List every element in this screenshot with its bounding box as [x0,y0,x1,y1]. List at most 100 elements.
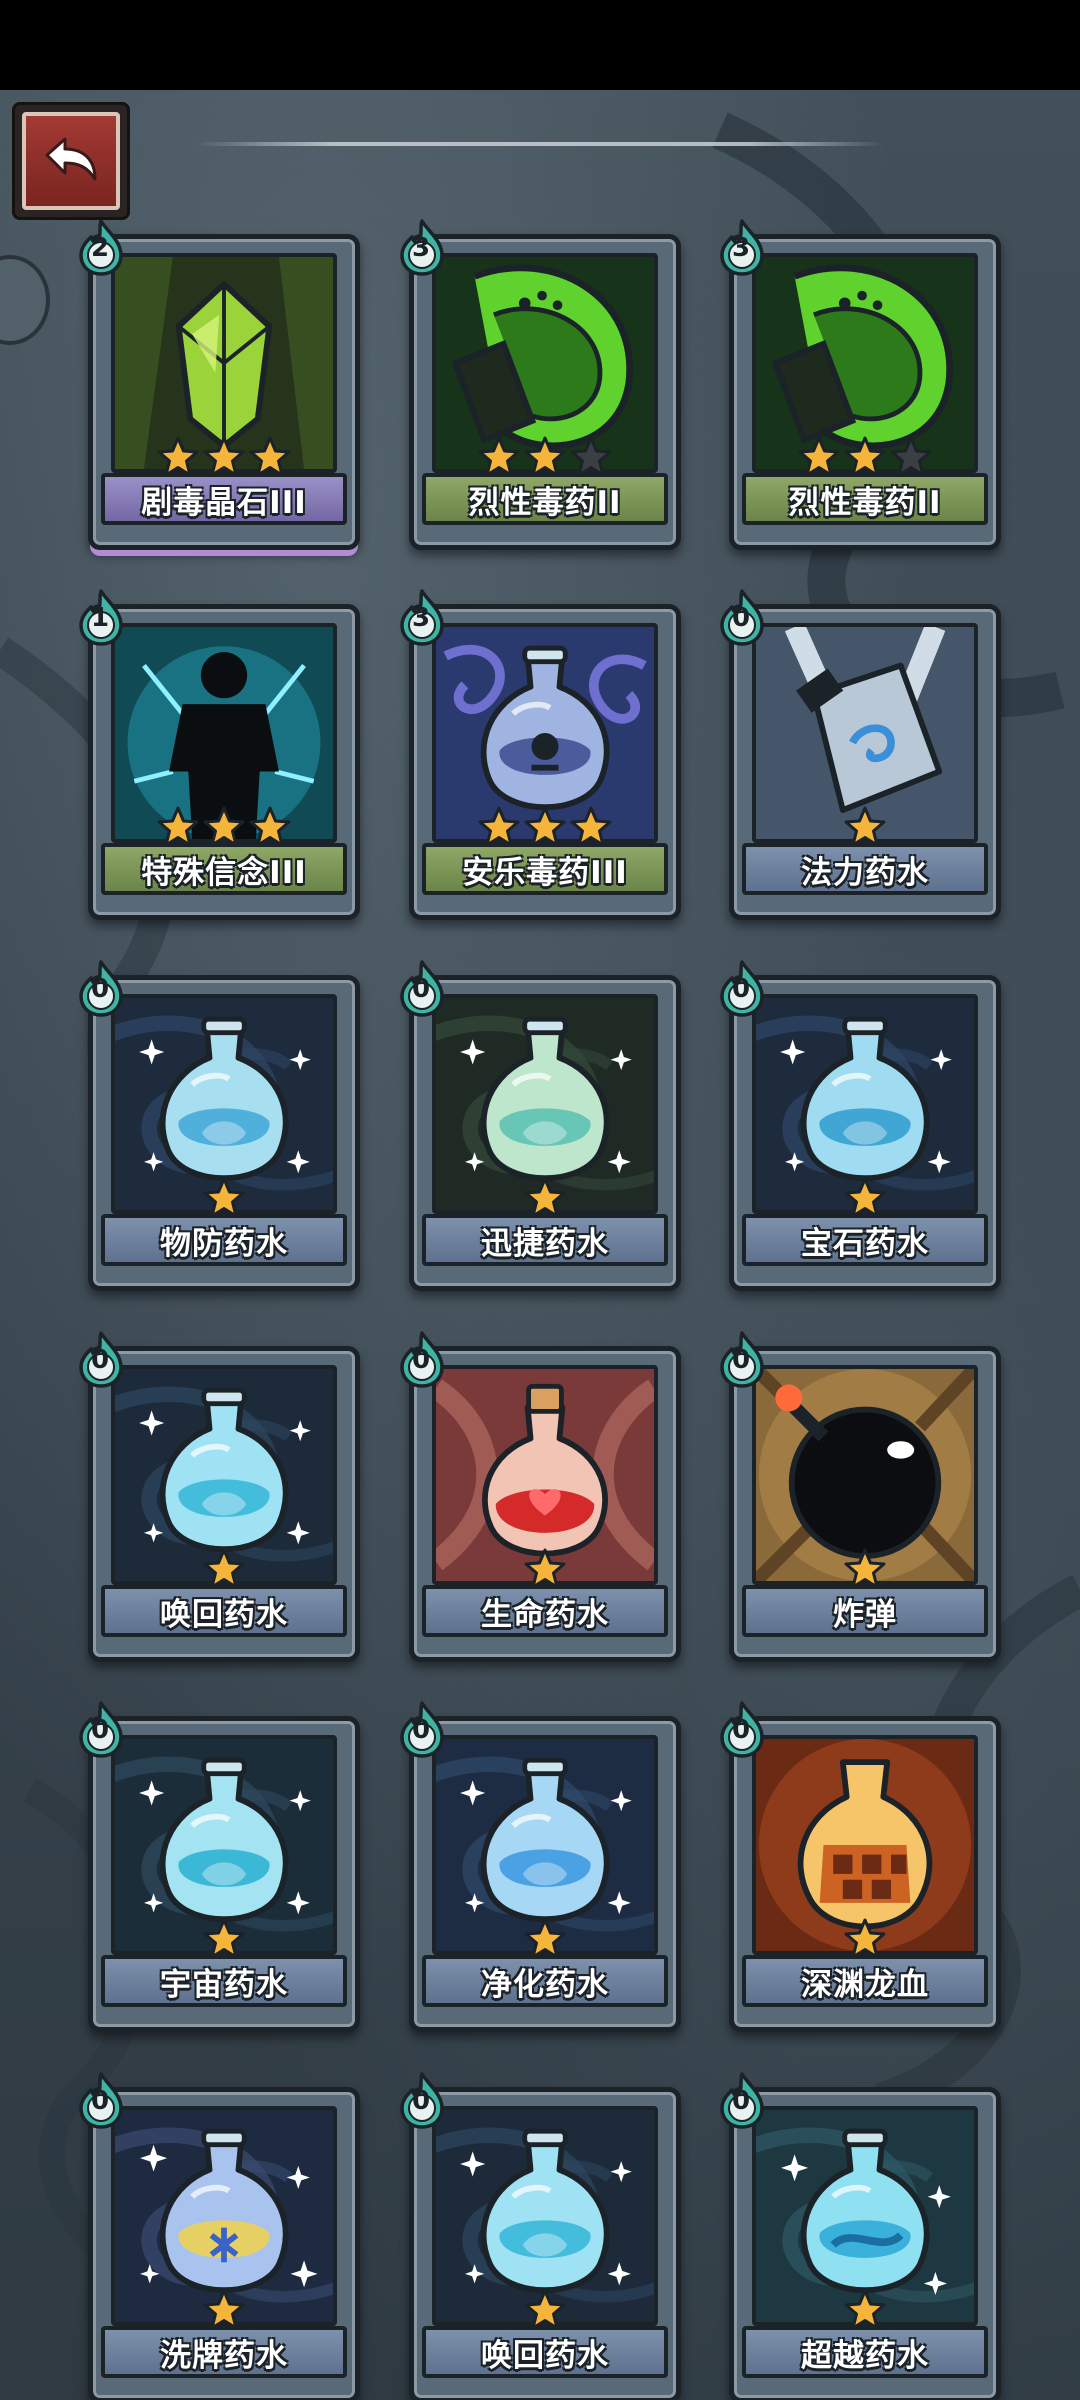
card-name: 烈性毒药II [788,484,942,521]
back-button[interactable] [12,102,130,220]
item-card[interactable]: 迅捷药水 0 [400,960,681,1291]
card-name: 炸弹 [833,1596,897,1633]
cost-badge: 0 [718,1699,770,1759]
item-card[interactable]: 物防药水 0 [79,960,360,1291]
star-icon [570,806,612,847]
status-bar [0,0,1080,90]
item-card[interactable]: 洗牌药水 0 [79,2072,360,2400]
card-name-bar: 安乐毒药III [422,843,668,895]
cost-badge: 3 [718,217,770,277]
cost-badge: 0 [398,1699,450,1759]
card-name: 宝石药水 [801,1225,929,1262]
item-card[interactable]: 超越药水 0 [720,2072,1001,2400]
card-name: 迅捷药水 [481,1225,609,1262]
card-name: 物防药水 [160,1225,288,1262]
cost-value: 0 [731,1715,751,1745]
star-rating [93,1547,355,1591]
star-rating [734,1917,996,1961]
item-card[interactable]: 剧毒晶石III 2 [79,219,360,550]
header-divider [195,142,885,146]
star-icon [157,436,199,477]
item-card[interactable]: 法力药水 0 [720,589,1001,920]
cost-badge: 0 [398,1329,450,1389]
card-name: 洗牌药水 [160,2337,288,2374]
card-name: 唤回药水 [481,2337,609,2374]
cost-badge: 0 [718,587,770,647]
star-rating [93,1917,355,1961]
star-icon [157,806,199,847]
cost-value: 1 [90,603,110,633]
star-rating [734,435,996,479]
card-name: 深渊龙血 [801,1966,929,2003]
star-icon [203,436,245,477]
card-name: 超越药水 [801,2337,929,2374]
card-name: 法力药水 [801,854,929,891]
star-rating [414,2288,676,2332]
card-name-bar: 炸弹 [742,1585,988,1637]
cost-value: 0 [411,1345,431,1375]
card-name-bar: 剧毒晶石III [101,473,347,525]
cost-badge: 0 [718,2070,770,2130]
card-name-bar: 烈性毒药II [422,473,668,525]
card-name-bar: 烈性毒药II [742,473,988,525]
star-icon [249,436,291,477]
card-name-bar: 物防药水 [101,1214,347,1266]
cost-value: 0 [90,1345,110,1375]
star-icon [203,1177,245,1218]
star-rating [734,805,996,849]
star-rating [734,1176,996,1220]
item-card[interactable]: 特殊信念III 1 [79,589,360,920]
star-icon [844,1177,886,1218]
card-name: 净化药水 [481,1966,609,2003]
cost-value: 0 [411,974,431,1004]
item-card[interactable]: 深渊龙血 0 [720,1701,1001,2032]
item-card[interactable]: 烈性毒药II 3 [720,219,1001,550]
card-name-bar: 深渊龙血 [742,1955,988,2007]
item-card[interactable]: 生命药水 0 [400,1331,681,1662]
card-name-bar: 唤回药水 [101,1585,347,1637]
item-card[interactable]: 唤回药水 0 [79,1331,360,1662]
star-icon [524,806,566,847]
star-rating [414,1547,676,1591]
item-card[interactable]: 安乐毒药III 3 [400,589,681,920]
card-name: 唤回药水 [160,1596,288,1633]
card-name: 生命药水 [481,1596,609,1633]
card-name-bar: 净化药水 [422,1955,668,2007]
cost-value: 0 [90,2086,110,2116]
star-rating [734,1547,996,1591]
cost-badge: 1 [77,587,129,647]
card-name-bar: 迅捷药水 [422,1214,668,1266]
star-icon [890,436,932,477]
cost-value: 0 [411,1715,431,1745]
cost-badge: 0 [718,1329,770,1389]
item-card[interactable]: 烈性毒药II 3 [400,219,681,550]
card-name: 烈性毒药II [468,484,622,521]
cost-badge: 0 [77,1699,129,1759]
star-icon [798,436,840,477]
card-name: 安乐毒药III [462,854,628,891]
star-icon [249,806,291,847]
star-icon [570,436,612,477]
star-icon [203,806,245,847]
card-name-bar: 法力药水 [742,843,988,895]
item-card[interactable]: 炸弹 0 [720,1331,1001,1662]
cost-badge: 0 [718,958,770,1018]
item-card[interactable]: 净化药水 0 [400,1701,681,2032]
item-card[interactable]: 宇宙药水 0 [79,1701,360,2032]
star-icon [478,806,520,847]
star-icon [844,1918,886,1959]
cost-value: 0 [90,1715,110,1745]
cost-value: 3 [411,603,431,633]
back-arrow-icon [45,137,97,181]
star-icon [203,1548,245,1589]
cost-value: 0 [731,2086,751,2116]
cost-value: 3 [731,233,751,263]
star-rating [93,435,355,479]
item-card[interactable]: 宝石药水 0 [720,960,1001,1291]
cost-badge: 3 [398,587,450,647]
star-icon [524,1918,566,1959]
star-rating [414,805,676,849]
star-rating [93,805,355,849]
item-card[interactable]: 唤回药水 0 [400,2072,681,2400]
card-name-bar: 特殊信念III [101,843,347,895]
